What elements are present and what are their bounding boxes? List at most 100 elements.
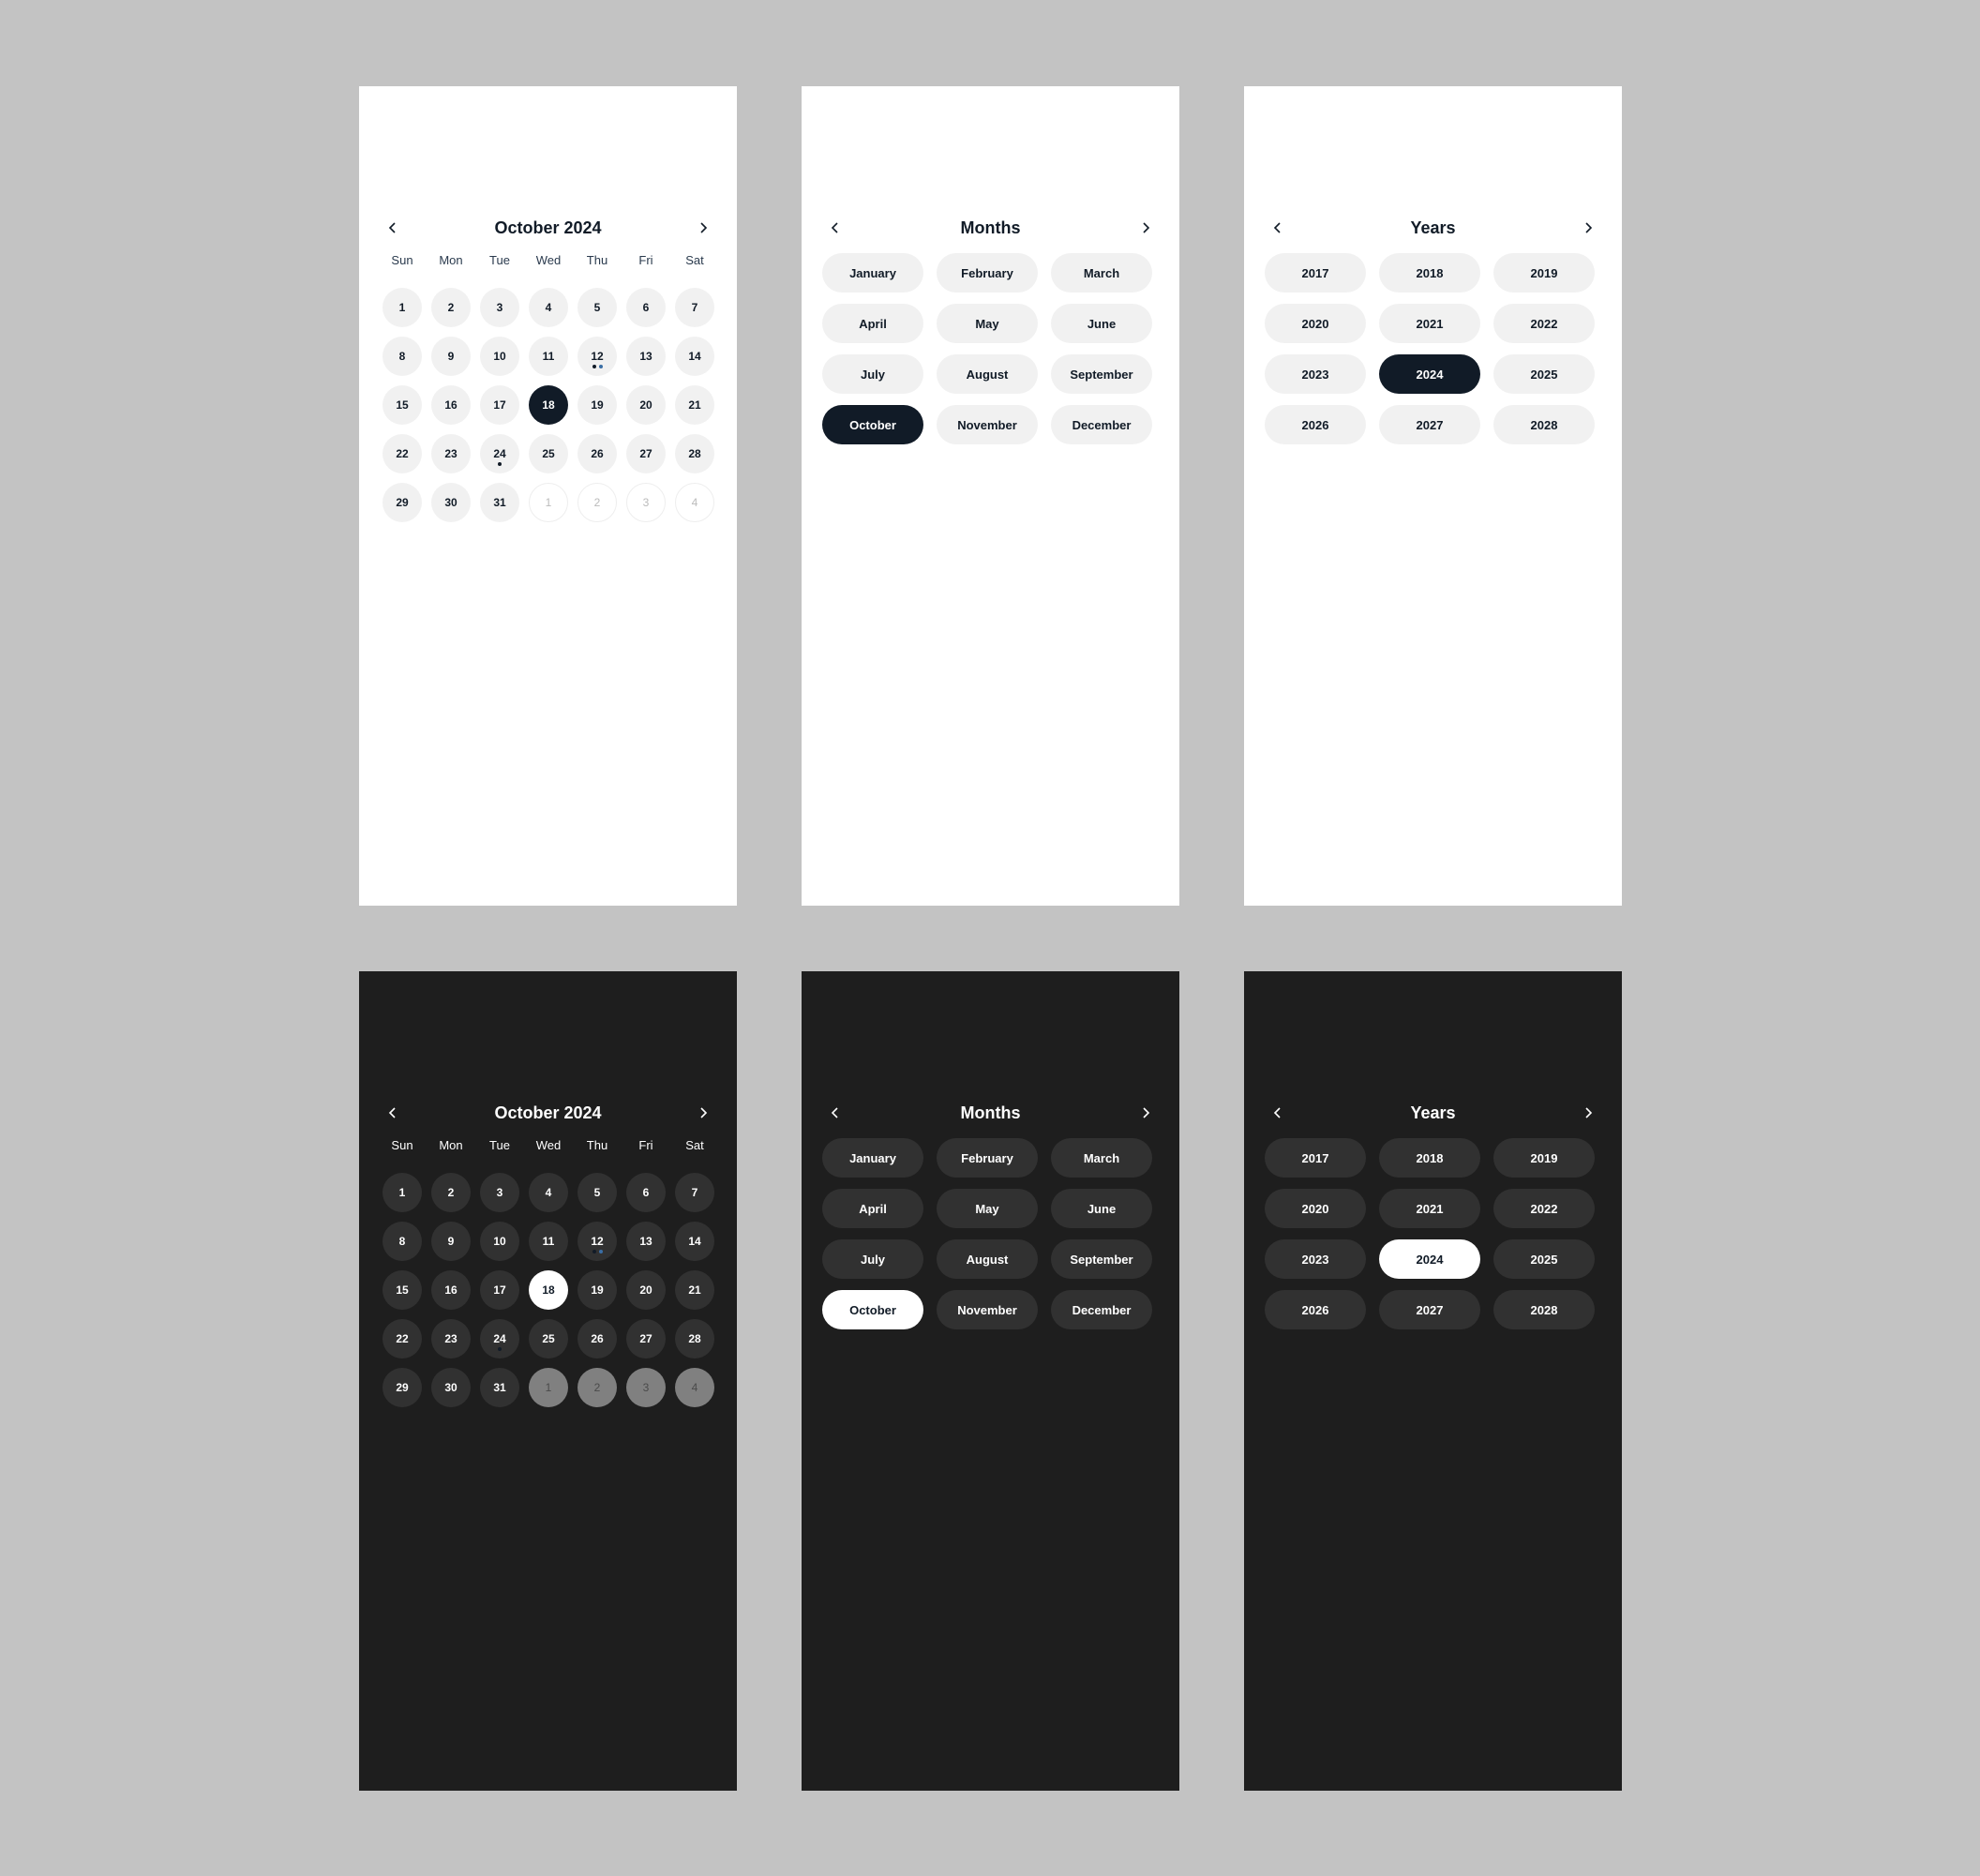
year-2020-button[interactable]: 2020 bbox=[1265, 1189, 1366, 1228]
year-2019-button[interactable]: 2019 bbox=[1493, 253, 1595, 293]
day-cell[interactable]: 31 bbox=[480, 483, 519, 522]
day-cell[interactable]: 30 bbox=[431, 1368, 471, 1407]
next-button[interactable] bbox=[1132, 215, 1159, 241]
day-cell[interactable]: 16 bbox=[431, 1270, 471, 1310]
year-2024-button[interactable]: 2024 bbox=[1379, 1239, 1480, 1279]
month-january-button[interactable]: January bbox=[822, 253, 923, 293]
day-cell[interactable]: 14 bbox=[675, 1222, 714, 1261]
month-december-button[interactable]: December bbox=[1051, 405, 1152, 444]
month-november-button[interactable]: November bbox=[937, 405, 1038, 444]
day-cell[interactable]: 27 bbox=[626, 434, 666, 473]
day-cell[interactable]: 2 bbox=[431, 288, 471, 327]
year-2028-button[interactable]: 2028 bbox=[1493, 1290, 1595, 1329]
month-february-button[interactable]: February bbox=[937, 1138, 1038, 1178]
day-cell[interactable]: 13 bbox=[626, 337, 666, 376]
day-cell[interactable]: 21 bbox=[675, 385, 714, 425]
month-august-button[interactable]: August bbox=[937, 354, 1038, 394]
month-july-button[interactable]: July bbox=[822, 1239, 923, 1279]
day-cell[interactable]: 1 bbox=[382, 288, 422, 327]
year-2022-button[interactable]: 2022 bbox=[1493, 1189, 1595, 1228]
day-cell[interactable]: 17 bbox=[480, 385, 519, 425]
day-cell[interactable]: 5 bbox=[578, 288, 617, 327]
year-2022-button[interactable]: 2022 bbox=[1493, 304, 1595, 343]
day-cell[interactable]: 7 bbox=[675, 288, 714, 327]
outside-day[interactable]: 3 bbox=[626, 1368, 666, 1407]
year-2023-button[interactable]: 2023 bbox=[1265, 354, 1366, 394]
day-cell[interactable]: 3 bbox=[480, 1173, 519, 1212]
calendar-title[interactable]: Months bbox=[961, 218, 1021, 238]
selected-day[interactable]: 18 bbox=[529, 1270, 568, 1310]
month-august-button[interactable]: August bbox=[937, 1239, 1038, 1279]
day-cell[interactable]: 9 bbox=[431, 1222, 471, 1261]
day-cell[interactable]: 25 bbox=[529, 434, 568, 473]
year-2021-button[interactable]: 2021 bbox=[1379, 304, 1480, 343]
prev-button[interactable] bbox=[822, 1100, 848, 1126]
day-cell[interactable]: 8 bbox=[382, 337, 422, 376]
day-cell[interactable]: 16 bbox=[431, 385, 471, 425]
day-cell[interactable]: 15 bbox=[382, 385, 422, 425]
year-2018-button[interactable]: 2018 bbox=[1379, 1138, 1480, 1178]
day-cell[interactable]: 12 bbox=[578, 337, 617, 376]
next-button[interactable] bbox=[690, 215, 716, 241]
month-march-button[interactable]: March bbox=[1051, 253, 1152, 293]
outside-day[interactable]: 2 bbox=[578, 483, 617, 522]
day-cell[interactable]: 24 bbox=[480, 434, 519, 473]
prev-button[interactable] bbox=[822, 215, 848, 241]
year-2017-button[interactable]: 2017 bbox=[1265, 253, 1366, 293]
day-cell[interactable]: 5 bbox=[578, 1173, 617, 1212]
year-2018-button[interactable]: 2018 bbox=[1379, 253, 1480, 293]
day-cell[interactable]: 21 bbox=[675, 1270, 714, 1310]
year-2017-button[interactable]: 2017 bbox=[1265, 1138, 1366, 1178]
year-2019-button[interactable]: 2019 bbox=[1493, 1138, 1595, 1178]
day-cell[interactable]: 13 bbox=[626, 1222, 666, 1261]
day-cell[interactable]: 9 bbox=[431, 337, 471, 376]
day-cell[interactable]: 19 bbox=[578, 1270, 617, 1310]
prev-button[interactable] bbox=[1265, 215, 1291, 241]
day-cell[interactable]: 29 bbox=[382, 483, 422, 522]
day-cell[interactable]: 22 bbox=[382, 1319, 422, 1358]
day-cell[interactable]: 4 bbox=[529, 288, 568, 327]
year-2027-button[interactable]: 2027 bbox=[1379, 1290, 1480, 1329]
day-cell[interactable]: 12 bbox=[578, 1222, 617, 1261]
next-button[interactable] bbox=[1575, 215, 1601, 241]
month-may-button[interactable]: May bbox=[937, 304, 1038, 343]
day-cell[interactable]: 23 bbox=[431, 1319, 471, 1358]
day-cell[interactable]: 10 bbox=[480, 1222, 519, 1261]
day-cell[interactable]: 28 bbox=[675, 434, 714, 473]
month-october-button[interactable]: October bbox=[822, 1290, 923, 1329]
year-2025-button[interactable]: 2025 bbox=[1493, 354, 1595, 394]
day-cell[interactable]: 26 bbox=[578, 1319, 617, 1358]
calendar-title[interactable]: October 2024 bbox=[494, 218, 601, 238]
day-cell[interactable]: 30 bbox=[431, 483, 471, 522]
month-april-button[interactable]: April bbox=[822, 1189, 923, 1228]
day-cell[interactable]: 11 bbox=[529, 337, 568, 376]
month-september-button[interactable]: September bbox=[1051, 1239, 1152, 1279]
day-cell[interactable]: 6 bbox=[626, 1173, 666, 1212]
day-cell[interactable]: 1 bbox=[382, 1173, 422, 1212]
day-cell[interactable]: 14 bbox=[675, 337, 714, 376]
day-cell[interactable]: 4 bbox=[529, 1173, 568, 1212]
month-december-button[interactable]: December bbox=[1051, 1290, 1152, 1329]
next-button[interactable] bbox=[1132, 1100, 1159, 1126]
month-february-button[interactable]: February bbox=[937, 253, 1038, 293]
month-march-button[interactable]: March bbox=[1051, 1138, 1152, 1178]
year-2024-button[interactable]: 2024 bbox=[1379, 354, 1480, 394]
outside-day[interactable]: 2 bbox=[578, 1368, 617, 1407]
outside-day[interactable]: 3 bbox=[626, 483, 666, 522]
year-2021-button[interactable]: 2021 bbox=[1379, 1189, 1480, 1228]
day-cell[interactable]: 8 bbox=[382, 1222, 422, 1261]
day-cell[interactable]: 10 bbox=[480, 337, 519, 376]
calendar-title[interactable]: October 2024 bbox=[494, 1103, 601, 1123]
outside-day[interactable]: 1 bbox=[529, 1368, 568, 1407]
year-2026-button[interactable]: 2026 bbox=[1265, 1290, 1366, 1329]
year-2023-button[interactable]: 2023 bbox=[1265, 1239, 1366, 1279]
day-cell[interactable]: 22 bbox=[382, 434, 422, 473]
month-may-button[interactable]: May bbox=[937, 1189, 1038, 1228]
day-cell[interactable]: 19 bbox=[578, 385, 617, 425]
day-cell[interactable]: 2 bbox=[431, 1173, 471, 1212]
day-cell[interactable]: 15 bbox=[382, 1270, 422, 1310]
day-cell[interactable]: 28 bbox=[675, 1319, 714, 1358]
month-july-button[interactable]: July bbox=[822, 354, 923, 394]
calendar-title[interactable]: Years bbox=[1410, 1103, 1455, 1123]
selected-day[interactable]: 18 bbox=[529, 385, 568, 425]
